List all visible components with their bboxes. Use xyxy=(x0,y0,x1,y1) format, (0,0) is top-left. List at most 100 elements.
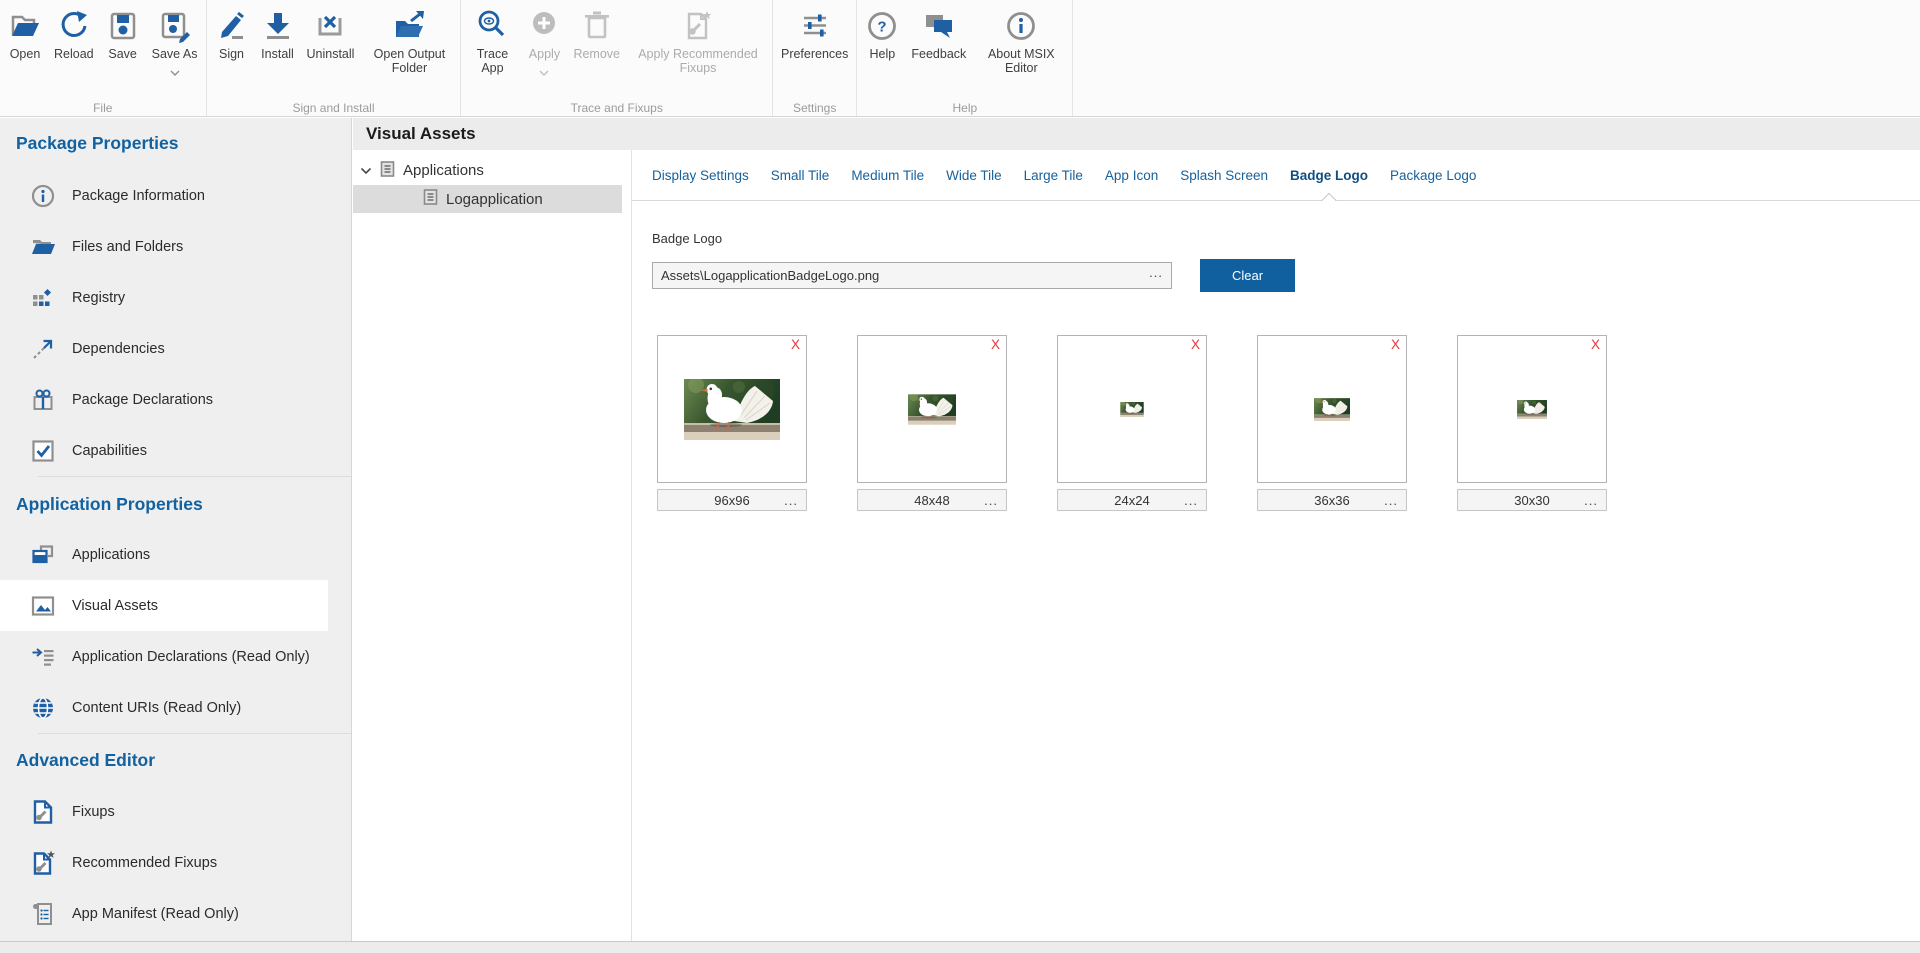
asset-thumbnail: X xyxy=(857,335,1007,483)
ribbon-button-label: Apply xyxy=(529,47,560,61)
ribbon-button-label: Apply Recommended Fixups xyxy=(632,47,764,75)
asset-browse-button[interactable]: ... xyxy=(984,493,998,508)
badge-logo-path-row: Assets\LogapplicationBadgeLogo.png ... C… xyxy=(652,259,1920,292)
asset-size-label: 36x36 xyxy=(1314,493,1349,508)
asset-browse-button[interactable]: ... xyxy=(784,493,798,508)
about-msix-editor-button[interactable]: About MSIX Editor xyxy=(972,3,1070,77)
tab-splash-screen[interactable]: Splash Screen xyxy=(1169,150,1279,200)
preferences-icon xyxy=(798,5,832,47)
sign-icon xyxy=(215,5,249,47)
tab-medium-tile[interactable]: Medium Tile xyxy=(840,150,935,200)
applications-tree: Applications Logapplication xyxy=(353,150,631,941)
sidebar-item-application-declarations[interactable]: Application Declarations (Read Only) xyxy=(0,631,351,682)
browse-button[interactable]: ... xyxy=(1149,265,1163,280)
asset-size-bar[interactable]: 96x96 ... xyxy=(657,489,807,511)
trace-app-icon xyxy=(475,5,509,47)
tree-node-label: Logapplication xyxy=(446,191,543,208)
open-icon xyxy=(8,5,42,47)
sidebar-item-label: Capabilities xyxy=(72,443,147,459)
tab-large-tile[interactable]: Large Tile xyxy=(1013,150,1094,200)
tab-app-icon[interactable]: App Icon xyxy=(1094,150,1169,200)
save-icon xyxy=(106,5,140,47)
clear-button[interactable]: Clear xyxy=(1200,259,1295,292)
asset-browse-button[interactable]: ... xyxy=(1584,493,1598,508)
reload-button[interactable]: Reload xyxy=(48,3,100,63)
remove-asset-button[interactable]: X xyxy=(991,337,1000,352)
sidebar-section-package-properties: Package Properties Package Information F… xyxy=(0,132,351,476)
open-output-folder-button[interactable]: Open Output Folder xyxy=(360,3,458,77)
install-icon xyxy=(261,5,295,47)
sidebar-item-label: Package Information xyxy=(72,188,205,204)
ribbon-button-label: Feedback xyxy=(911,47,966,61)
asset-browse-button[interactable]: ... xyxy=(1184,493,1198,508)
sidebar-item-capabilities[interactable]: Capabilities xyxy=(0,425,351,476)
asset-size-bar[interactable]: 48x48 ... xyxy=(857,489,1007,511)
trace-app-button[interactable]: Trace App xyxy=(463,3,521,77)
asset-card-24: X 24x24 ... xyxy=(1057,335,1207,511)
tab-badge-logo[interactable]: Badge Logo xyxy=(1279,150,1379,200)
sidebar-item-dependencies[interactable]: Dependencies xyxy=(0,323,351,374)
badge-logo-preview-image xyxy=(1517,400,1547,419)
sidebar-heading: Advanced Editor xyxy=(16,749,351,771)
tab-label: Medium Tile xyxy=(851,168,924,183)
open-button[interactable]: Open xyxy=(2,3,48,63)
sidebar-item-app-manifest[interactable]: App Manifest (Read Only) xyxy=(0,888,351,939)
sidebar-item-files-and-folders[interactable]: Files and Folders xyxy=(0,221,351,272)
asset-thumbnail: X xyxy=(657,335,807,483)
sidebar-item-fixups[interactable]: Fixups xyxy=(0,786,351,837)
uninstall-icon xyxy=(313,5,347,47)
remove-button[interactable]: Remove xyxy=(567,3,626,63)
sidebar-item-applications[interactable]: Applications xyxy=(0,529,351,580)
tab-display-settings[interactable]: Display Settings xyxy=(641,150,760,200)
sidebar-heading: Application Properties xyxy=(16,493,351,515)
tab-package-logo[interactable]: Package Logo xyxy=(1379,150,1487,200)
svg-text:?: ? xyxy=(878,19,887,36)
sign-button[interactable]: Sign xyxy=(209,3,255,63)
uninstall-button[interactable]: Uninstall xyxy=(301,3,361,63)
badge-logo-preview-image xyxy=(1314,398,1350,421)
sidebar-item-content-uris[interactable]: Content URIs (Read Only) xyxy=(0,682,351,733)
remove-asset-button[interactable]: X xyxy=(1391,337,1400,352)
ribbon-button-label: Open Output Folder xyxy=(366,47,452,75)
ribbon-button-label: Remove xyxy=(573,47,620,61)
badge-logo-preview-image xyxy=(684,379,780,440)
tab-wide-tile[interactable]: Wide Tile xyxy=(935,150,1013,200)
asset-size-bar[interactable]: 36x36 ... xyxy=(1257,489,1407,511)
sidebar-item-package-information[interactable]: Package Information xyxy=(0,170,351,221)
package-information-icon xyxy=(30,183,56,209)
sidebar-item-package-declarations[interactable]: Package Declarations xyxy=(0,374,351,425)
asset-card-96: X 96x96 ... xyxy=(657,335,807,511)
chevron-down-icon[interactable] xyxy=(360,162,372,179)
chevron-down-icon xyxy=(170,63,180,69)
app-manifest-icon xyxy=(30,901,56,927)
sidebar-item-recommended-fixups[interactable]: Recommended Fixups xyxy=(0,837,351,888)
about-msix-editor-icon xyxy=(1004,5,1038,47)
asset-card-30: X 30x30 ... xyxy=(1457,335,1607,511)
badge-logo-path-input[interactable]: Assets\LogapplicationBadgeLogo.png ... xyxy=(652,262,1172,289)
apply-recommended-fixups-button[interactable]: Apply Recommended Fixups xyxy=(626,3,770,77)
tree-node-applications[interactable]: Applications xyxy=(353,156,631,185)
asset-size-bar[interactable]: 30x30 ... xyxy=(1457,489,1607,511)
feedback-button[interactable]: Feedback xyxy=(905,3,972,63)
remove-asset-button[interactable]: X xyxy=(1591,337,1600,352)
tab-small-tile[interactable]: Small Tile xyxy=(760,150,841,200)
ribbon-group-label: Sign and Install xyxy=(207,101,461,115)
asset-size-bar[interactable]: 24x24 ... xyxy=(1057,489,1207,511)
tree-node-logapplication[interactable]: Logapplication xyxy=(353,185,622,213)
remove-asset-button[interactable]: X xyxy=(791,337,800,352)
badge-logo-preview-image xyxy=(908,394,956,425)
save-as-button[interactable]: Save As xyxy=(146,3,204,71)
sidebar-item-registry[interactable]: Registry xyxy=(0,272,351,323)
save-button[interactable]: Save xyxy=(100,3,146,63)
preferences-button[interactable]: Preferences xyxy=(775,3,854,63)
asset-size-label: 96x96 xyxy=(714,493,749,508)
save-as-icon xyxy=(158,5,192,47)
help-button[interactable]: ? Help xyxy=(859,3,905,63)
document-list-icon xyxy=(380,161,395,181)
apply-button[interactable]: Apply xyxy=(521,3,567,71)
remove-asset-button[interactable]: X xyxy=(1191,337,1200,352)
sidebar-item-visual-assets[interactable]: Visual Assets xyxy=(0,580,328,631)
asset-browse-button[interactable]: ... xyxy=(1384,493,1398,508)
install-button[interactable]: Install xyxy=(255,3,301,63)
sidebar-item-label: App Manifest (Read Only) xyxy=(72,906,239,922)
